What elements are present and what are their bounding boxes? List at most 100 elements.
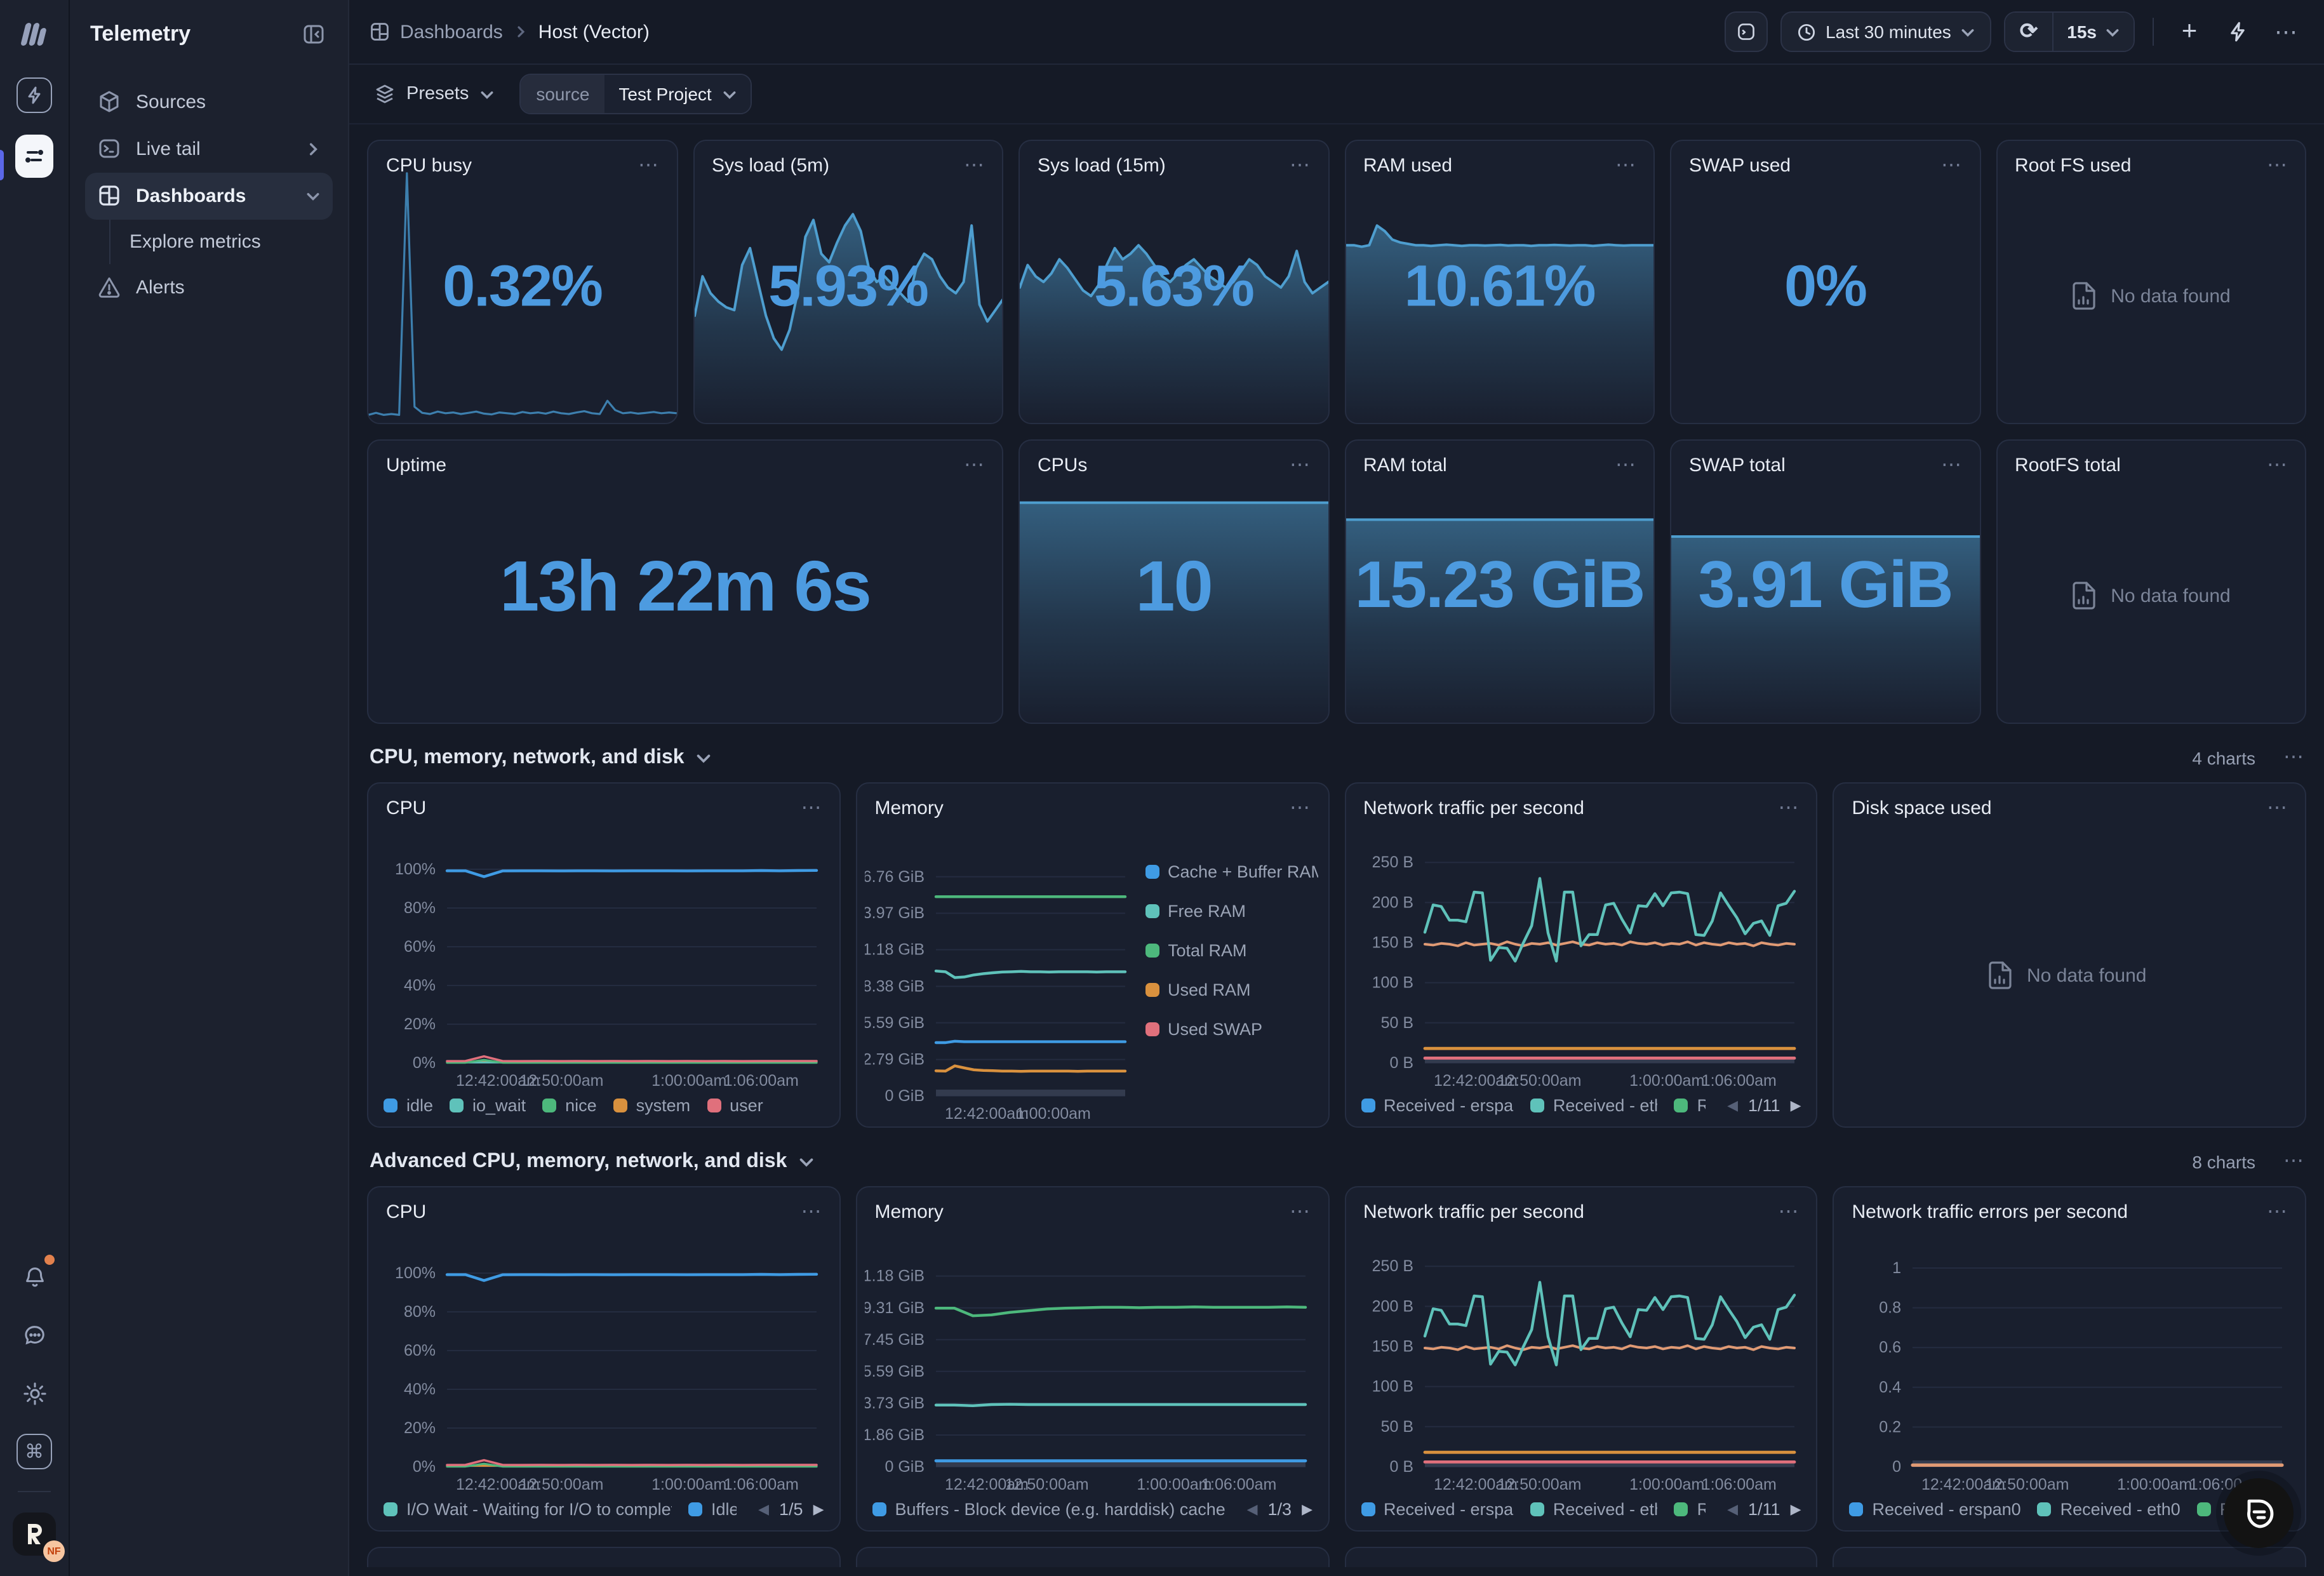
app-logo-icon[interactable]	[15, 15, 53, 53]
legend-item[interactable]: user	[707, 1096, 763, 1115]
source-filter[interactable]: source Test Project	[519, 74, 752, 114]
sidebar-item-live-tail[interactable]: Live tail	[85, 126, 333, 173]
legend-next-button[interactable]: ▶	[1302, 1501, 1312, 1518]
legend-item[interactable]: Total RAM	[1145, 941, 1318, 960]
legend-item[interactable]: system	[613, 1096, 691, 1115]
section-menu-button[interactable]: ⋯	[2283, 752, 2304, 765]
legend-item[interactable]: Cache + Buffer RAM	[1145, 862, 1318, 881]
svg-text:11.18 GiB: 11.18 GiB	[865, 941, 925, 959]
clipped-panel	[367, 1547, 841, 1567]
refresh-interval-dropdown[interactable]: 15s	[2053, 13, 2134, 51]
legend-label: Received - erspan0	[1384, 1500, 1514, 1519]
chart-legend: Buffers - Block device (e.g. harddisk) c…	[857, 1496, 1328, 1530]
sidebar-item-alerts[interactable]: Alerts	[85, 264, 333, 311]
legend-item[interactable]: Buffers - Block device (e.g. harddisk) c…	[872, 1500, 1225, 1519]
chevron-down-icon[interactable]	[696, 751, 711, 766]
chart-canvas[interactable]: 0 GiB1.86 GiB3.73 GiB5.59 GiB7.45 GiB9.3…	[865, 1228, 1316, 1496]
legend-item[interactable]: R	[1674, 1500, 1706, 1519]
panel-menu-button[interactable]: ⋯	[964, 459, 984, 472]
add-panel-button[interactable]: +	[2172, 13, 2207, 51]
svg-text:0%: 0%	[413, 1458, 436, 1476]
chart-canvas[interactable]: 0 GiB2.79 GiB5.59 GiB8.38 GiB11.18 GiB13…	[865, 824, 1135, 1126]
panel-menu-button[interactable]: ⋯	[801, 802, 822, 815]
legend-item[interactable]: io_wait	[450, 1096, 526, 1115]
legend-next-button[interactable]: ▶	[813, 1501, 824, 1518]
panel-menu-button[interactable]: ⋯	[1290, 1206, 1310, 1219]
svg-text:1:06:00am: 1:06:00am	[724, 1476, 799, 1493]
section-title[interactable]: Advanced CPU, memory, network, and disk	[370, 1151, 787, 1173]
legend-item[interactable]: Received - eth0	[1530, 1500, 1658, 1519]
notifications-bell-icon[interactable]	[15, 1257, 53, 1295]
legend-prev-button[interactable]: ◀	[758, 1501, 769, 1518]
legend-item[interactable]: R	[1674, 1096, 1706, 1115]
chart-canvas[interactable]: 0 B50 B100 B150 B200 B250 B12:42:00am12:…	[1353, 1228, 1804, 1496]
panel-menu-button[interactable]: ⋯	[801, 1206, 822, 1219]
legend-item[interactable]: Received - erspan0	[1361, 1500, 1514, 1519]
stat-card-root-fs-used: Root FS used⋯ No data found	[1996, 140, 2306, 424]
feedback-chat-icon[interactable]	[15, 1316, 53, 1354]
command-menu-icon[interactable]: ⌘	[15, 1432, 53, 1471]
legend-item[interactable]: I/O Wait - Waiting for I/O to complete	[384, 1500, 672, 1519]
panel-menu-button[interactable]: ⋯	[1941, 159, 1961, 172]
sidebar-item-dashboards[interactable]: Dashboards	[85, 173, 333, 220]
legend-item[interactable]: nice	[542, 1096, 597, 1115]
telemetry-active-icon[interactable]	[15, 137, 53, 175]
sidebar-collapse-icon[interactable]	[300, 20, 328, 48]
stat-value: 0%	[1671, 251, 1979, 319]
panel-menu-button[interactable]: ⋯	[1615, 159, 1636, 172]
legend-item[interactable]: idle	[384, 1096, 433, 1115]
svg-text:40%: 40%	[404, 977, 436, 994]
no-data-state: No data found	[1842, 824, 2293, 1126]
panel-menu-button[interactable]: ⋯	[1615, 459, 1636, 472]
legend-next-button[interactable]: ▶	[1791, 1097, 1801, 1114]
panel-menu-button[interactable]: ⋯	[2267, 802, 2287, 815]
panel-menu-button[interactable]: ⋯	[1290, 459, 1310, 472]
legend-item[interactable]: Free RAM	[1145, 902, 1318, 921]
chevron-down-icon[interactable]	[798, 1154, 813, 1170]
chart-canvas[interactable]: 0%20%40%60%80%100%12:42:00am12:50:00am1:…	[376, 1228, 827, 1496]
legend-prev-button[interactable]: ◀	[1727, 1501, 1738, 1518]
panel-menu-button[interactable]: ⋯	[638, 159, 658, 172]
source-filter-value[interactable]: Test Project	[604, 75, 751, 113]
kiosk-panel-button[interactable]	[1724, 11, 1767, 52]
panel-menu-button[interactable]: ⋯	[1941, 459, 1961, 472]
panel-menu-button[interactable]: ⋯	[2267, 459, 2287, 472]
svg-text:0: 0	[1893, 1458, 1902, 1476]
panel-menu-button[interactable]: ⋯	[1290, 159, 1310, 172]
panel-menu-button[interactable]: ⋯	[1779, 802, 1799, 815]
panel-menu-button[interactable]: ⋯	[1290, 802, 1310, 815]
chart-canvas[interactable]: 0 B50 B100 B150 B200 B250 B12:42:00am12:…	[1353, 824, 1804, 1092]
sidebar-item-sources[interactable]: Sources	[85, 79, 333, 126]
chat-widget-button[interactable]	[2224, 1478, 2294, 1548]
panel-menu-button[interactable]: ⋯	[2267, 159, 2287, 172]
legend-next-button[interactable]: ▶	[1791, 1501, 1801, 1518]
refresh-button[interactable]: ⟳	[2006, 13, 2052, 51]
chart-canvas[interactable]: 00.20.40.60.8112:42:00am12:50:00am1:00:0…	[1842, 1228, 2293, 1496]
presets-dropdown[interactable]: Presets	[370, 84, 499, 104]
section-title[interactable]: CPU, memory, network, and disk	[370, 747, 685, 770]
user-avatar[interactable]: NF	[13, 1513, 56, 1556]
theme-sun-icon[interactable]	[15, 1374, 53, 1412]
legend-item[interactable]: Idle	[688, 1500, 737, 1519]
legend-label: nice	[565, 1096, 597, 1115]
legend-item[interactable]: Received - erspan0	[1361, 1096, 1514, 1115]
sidebar-item-explore-metrics[interactable]: Explore metrics	[114, 220, 333, 264]
legend-item[interactable]: Received - eth0	[1530, 1096, 1658, 1115]
panel-menu-button[interactable]: ⋯	[964, 159, 984, 172]
legend-item[interactable]: Received - erspan0	[1850, 1500, 2021, 1519]
panel-menu-button[interactable]: ⋯	[1779, 1206, 1799, 1219]
panel-menu-button[interactable]: ⋯	[2267, 1206, 2287, 1219]
legend-item[interactable]: Received - eth0	[2038, 1500, 2180, 1519]
legend-item[interactable]: Used SWAP	[1145, 1020, 1318, 1039]
clipped-panel	[1344, 1547, 1818, 1567]
quick-actions-lightning-button[interactable]	[2220, 13, 2255, 51]
legend-item[interactable]: Used RAM	[1145, 980, 1318, 999]
legend-prev-button[interactable]: ◀	[1247, 1501, 1258, 1518]
legend-prev-button[interactable]: ◀	[1727, 1097, 1738, 1114]
chart-canvas[interactable]: 0%20%40%60%80%100%12:42:00am12:50:00am1:…	[376, 824, 827, 1092]
section-menu-button[interactable]: ⋯	[2283, 1156, 2304, 1168]
more-options-button[interactable]: ⋯	[2268, 13, 2304, 51]
time-range-dropdown[interactable]: Last 30 minutes	[1780, 11, 1992, 52]
breadcrumb-dashboards-link[interactable]: Dashboards	[370, 21, 503, 43]
events-icon[interactable]	[15, 76, 53, 114]
